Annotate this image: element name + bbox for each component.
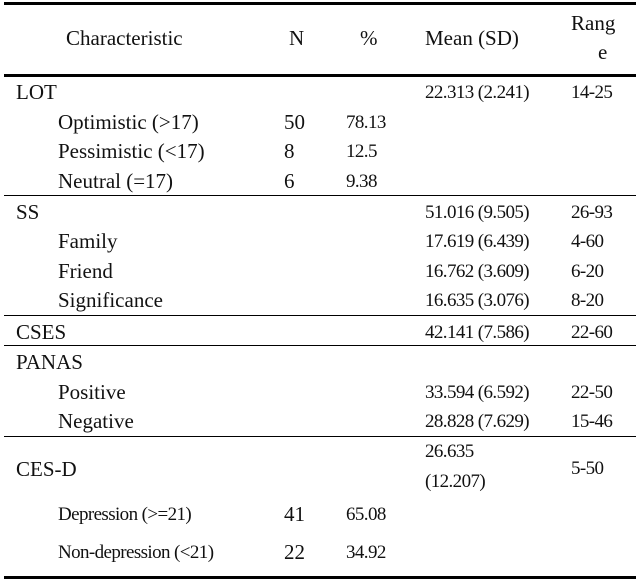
- ss-mean-sd: 51.016 (9.505): [425, 202, 530, 223]
- row-mean-sd-family: 17.619 (6.439): [425, 231, 530, 252]
- cesd-range: 5-50: [571, 458, 604, 479]
- group-label-cses: CSES: [16, 320, 67, 344]
- row-label-pessimistic: Pessimistic (<17): [58, 139, 205, 163]
- row-range-significance: 8-20: [571, 290, 604, 311]
- row-mean-sd-negative: 28.828 (7.629): [425, 411, 530, 432]
- row-label-non-depression: Non-depression (<21): [58, 542, 214, 563]
- group-label-panas: PANAS: [16, 350, 83, 374]
- header-rule: [4, 74, 636, 77]
- row-n-non-depression: 22: [284, 540, 305, 564]
- row-n-pessimistic: 8: [284, 139, 295, 163]
- row-label-negative: Negative: [58, 409, 134, 433]
- header-mean-sd: Mean (SD): [425, 26, 519, 50]
- row-percent-pessimistic: 12.5: [346, 141, 377, 162]
- row-label-friend: Friend: [58, 259, 113, 283]
- ss-range: 26-93: [571, 202, 613, 223]
- row-label-family: Family: [58, 229, 118, 253]
- row-percent-neutral: 9.38: [346, 171, 377, 192]
- lot-mean-sd: 22.313 (2.241): [425, 82, 530, 103]
- header-range-line1: Rang: [571, 11, 616, 35]
- group-rule-cses: [4, 345, 636, 346]
- row-percent-non-depression: 34.92: [346, 542, 386, 563]
- group-rule-lot: [4, 195, 636, 196]
- row-mean-sd-friend: 16.762 (3.609): [425, 261, 530, 282]
- header-percent: %: [360, 26, 378, 50]
- row-mean-sd-significance: 16.635 (3.076): [425, 290, 530, 311]
- group-rule-panas: [4, 436, 636, 437]
- row-label-neutral: Neutral (=17): [58, 169, 174, 193]
- row-percent-optimistic: 78.13: [346, 112, 386, 133]
- row-n-optimistic: 50: [284, 110, 305, 134]
- group-label-ss: SS: [16, 200, 40, 224]
- top-rule: [4, 2, 636, 5]
- row-n-depression: 41: [284, 502, 305, 526]
- cses-mean-sd: 42.141 (7.586): [425, 322, 530, 343]
- row-n-neutral: 6: [284, 169, 295, 193]
- row-label-positive: Positive: [58, 380, 126, 404]
- row-percent-depression: 65.08: [346, 504, 386, 525]
- group-rule-ss: [4, 315, 636, 316]
- header-characteristic: Characteristic: [66, 26, 183, 50]
- cses-range: 22-60: [571, 322, 613, 343]
- row-label-optimistic: Optimistic (>17): [58, 110, 199, 134]
- row-range-friend: 6-20: [571, 261, 604, 282]
- group-label-cesd: CES-D: [16, 457, 77, 481]
- row-range-negative: 15-46: [571, 411, 613, 432]
- row-range-positive: 22-50: [571, 382, 613, 403]
- header-n: N: [289, 26, 305, 50]
- group-label-lot: LOT: [16, 80, 57, 104]
- cesd-mean-sd-line2: (12.207): [425, 471, 486, 492]
- lot-range: 14-25: [571, 82, 613, 103]
- row-label-significance: Significance: [58, 288, 163, 312]
- header-range-line2: e: [598, 40, 608, 64]
- row-label-depression: Depression (>=21): [58, 504, 192, 525]
- cesd-mean-sd-line1: 26.635: [425, 441, 474, 462]
- row-mean-sd-positive: 33.594 (6.592): [425, 382, 530, 403]
- row-range-family: 4-60: [571, 231, 604, 252]
- bottom-rule: [4, 576, 636, 579]
